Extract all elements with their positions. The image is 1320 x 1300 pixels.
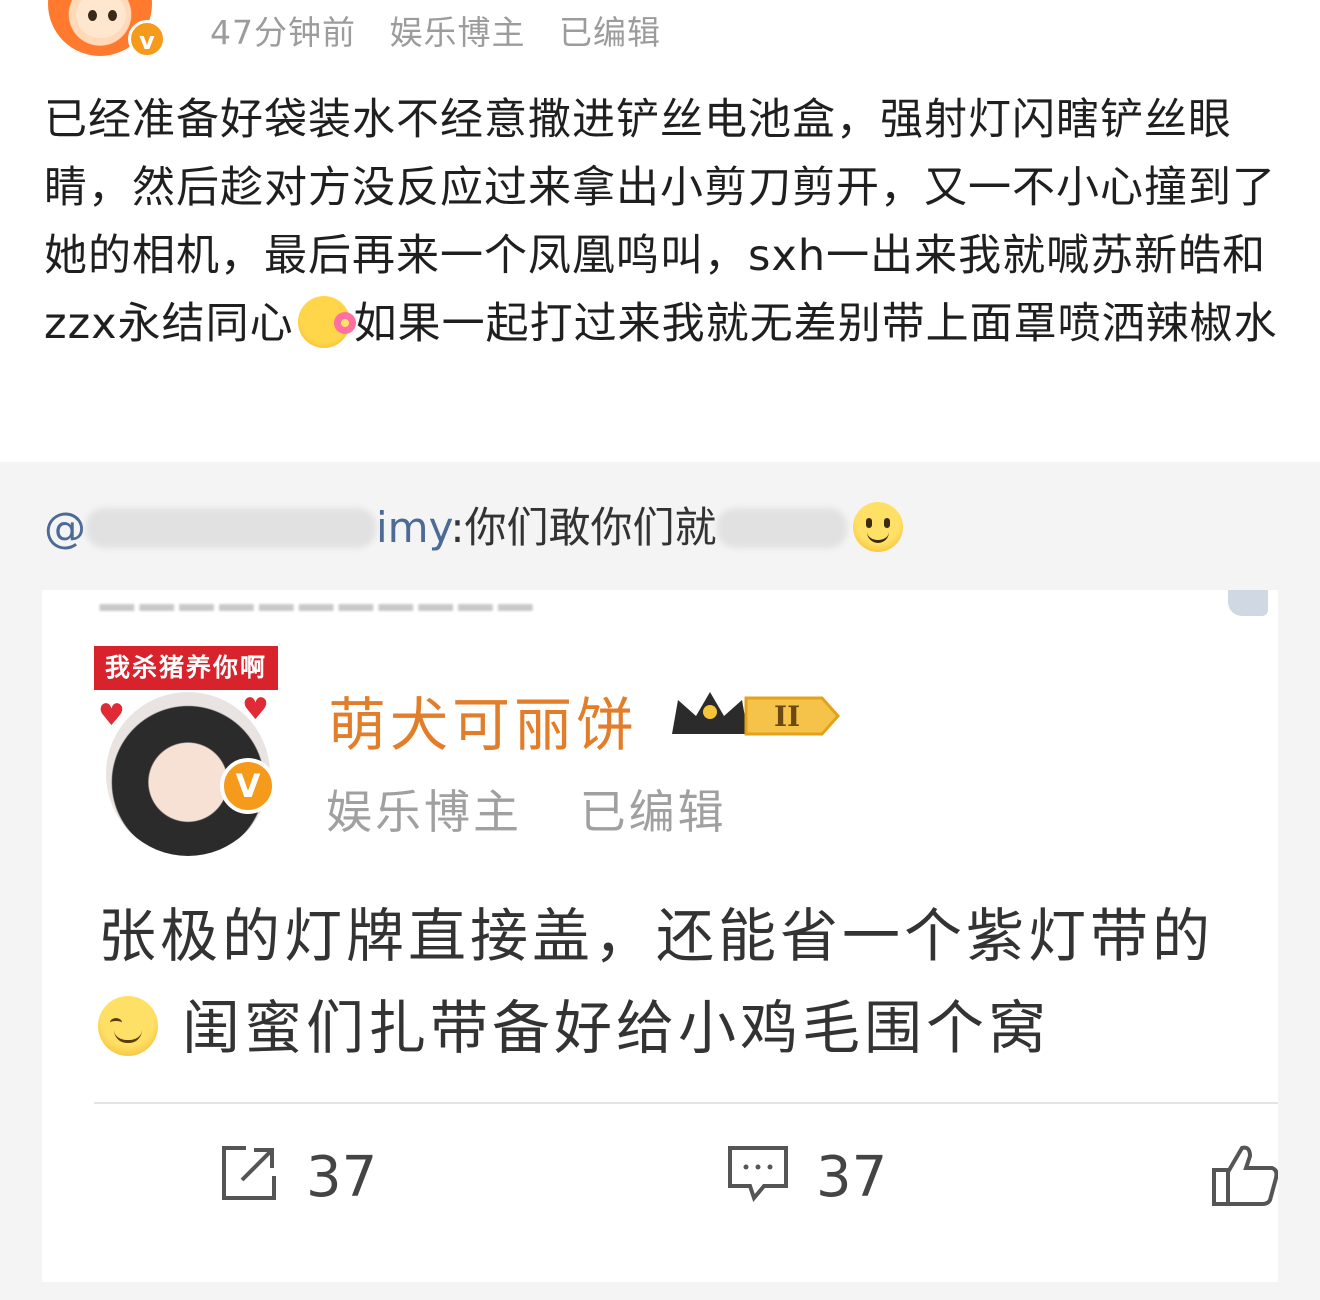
mention-username-visible: imy [376,503,451,552]
post-time: 47分钟前 [210,13,356,52]
laugh-emoji-icon [98,996,158,1056]
level-text: II [774,700,800,733]
mention-link[interactable]: @ imy [44,503,450,552]
card-edited-label: 已编辑 [579,785,727,839]
smile-emoji-icon [852,502,903,552]
corner-decoration [1228,590,1268,616]
comment-icon [728,1146,788,1203]
blurred-username [86,508,376,548]
comment-count: 37 [816,1145,888,1210]
quote-text: :你们敢你们就 [450,503,717,552]
share-icon [222,1146,276,1200]
card-author-type: 娱乐博主 [326,785,522,839]
avatar-eye [88,10,97,21]
card-avatar-frame[interactable]: 我杀猪养你啊 ♥ ♥ [94,646,278,856]
avatar-face [76,0,126,38]
comment-button[interactable]: 37 [726,1142,887,1210]
verified-badge-icon: v [128,20,166,58]
card-meta: 娱乐博主 已编辑 [326,776,767,842]
post-author-type: 娱乐博主 [389,13,526,52]
card-text-line2-row: 闺蜜们扎带备好给小鸡毛围个窝 [98,982,1278,1074]
repost-quote: @ imy:你们敢你们就 [44,494,903,555]
avatar-banner: 我杀猪养你啊 [94,646,278,690]
crown-level-badge-icon: II [672,692,840,736]
card-text-line2: 闺蜜们扎带备好给小鸡毛围个窝 [182,994,1051,1062]
card-verified-badge-icon: V [220,758,276,814]
card-divider [94,1102,1278,1104]
card-body: 张极的灯牌直接盖，还能省一个紫灯带的 闺蜜们扎带备好给小鸡毛围个窝 [98,890,1278,1074]
post-container: v 47分钟前 娱乐博主 已编辑 已经准备好袋装水不经意撒进铲丝电池盒，强射灯闪… [0,0,1320,462]
post-text-part2: 如果一起打过来我就无差别带上面罩喷洒辣椒水 [353,299,1278,349]
share-count: 37 [306,1145,378,1210]
mention-at: @ [44,503,86,552]
heart-icon: ♥ [98,698,125,733]
cut-off-text-decoration: ▁▁▁▁▁▁▁▁▁▁▁ [100,590,538,611]
heart-icon: ♥ [242,692,269,727]
share-button[interactable]: 37 [218,1142,377,1210]
flower-emoji-icon [297,296,356,348]
post-body: 已经准备好袋装水不经意撒进铲丝电池盒，强射灯闪瞎铲丝眼睛，然后趁对方没反应过来拿… [44,86,1294,358]
card-author-name[interactable]: 萌犬可丽饼 [328,678,638,762]
card-text-line1: 张极的灯牌直接盖，还能省一个紫灯带的 [98,902,1215,970]
screenshot-card[interactable]: ▁▁▁▁▁▁▁▁▁▁▁ 我杀猪养你啊 ♥ ♥ V 萌犬可丽饼 II 娱乐博主 已… [42,590,1278,1282]
post-edited-label[interactable]: 已编辑 [559,13,661,52]
avatar-eye [108,10,117,21]
blurred-text [716,508,847,548]
thumbs-up-icon [1212,1145,1278,1206]
post-meta: 47分钟前 娱乐博主 已编辑 [210,6,683,54]
like-button[interactable] [1210,1142,1278,1214]
